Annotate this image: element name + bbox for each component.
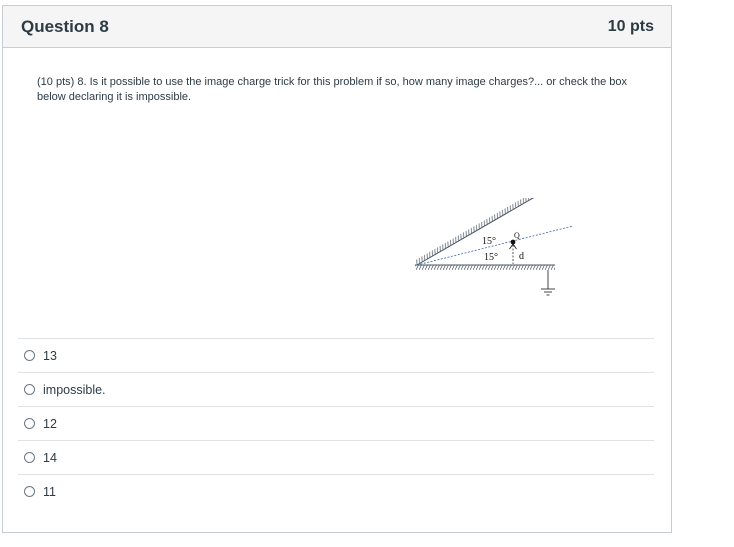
radio-button[interactable]	[24, 350, 35, 361]
answer-label: 12	[43, 416, 57, 431]
answer-option[interactable]: 11	[18, 474, 654, 508]
radio-button[interactable]	[24, 486, 35, 497]
answer-option[interactable]: 12	[18, 406, 654, 440]
answer-option[interactable]: 14	[18, 440, 654, 474]
question-header: Question 8 10 pts	[3, 6, 671, 48]
answer-label: impossible.	[43, 382, 106, 397]
image-charge-diagram: 15° 15° Q d	[414, 198, 574, 296]
question-points: 10 pts	[607, 17, 654, 35]
angle-lower-label: 15°	[484, 252, 498, 263]
lower-plane	[415, 265, 555, 270]
answer-label: 14	[43, 450, 57, 465]
answer-option[interactable]: 13	[18, 338, 654, 372]
angle-upper-label: 15°	[482, 236, 496, 247]
answer-label: 11	[43, 484, 56, 499]
question-title: Question 8	[21, 16, 109, 36]
answer-list: 13 impossible. 12 14 11	[18, 338, 654, 508]
radio-button[interactable]	[24, 384, 35, 395]
answer-option[interactable]: impossible.	[18, 372, 654, 406]
charge-label: Q	[514, 231, 520, 240]
distance-label: d	[519, 251, 524, 262]
radio-button[interactable]	[24, 418, 35, 429]
answer-label: 13	[43, 348, 57, 363]
question-text: (10 pts) 8. Is it possible to use the im…	[37, 76, 627, 103]
radio-button[interactable]	[24, 452, 35, 463]
